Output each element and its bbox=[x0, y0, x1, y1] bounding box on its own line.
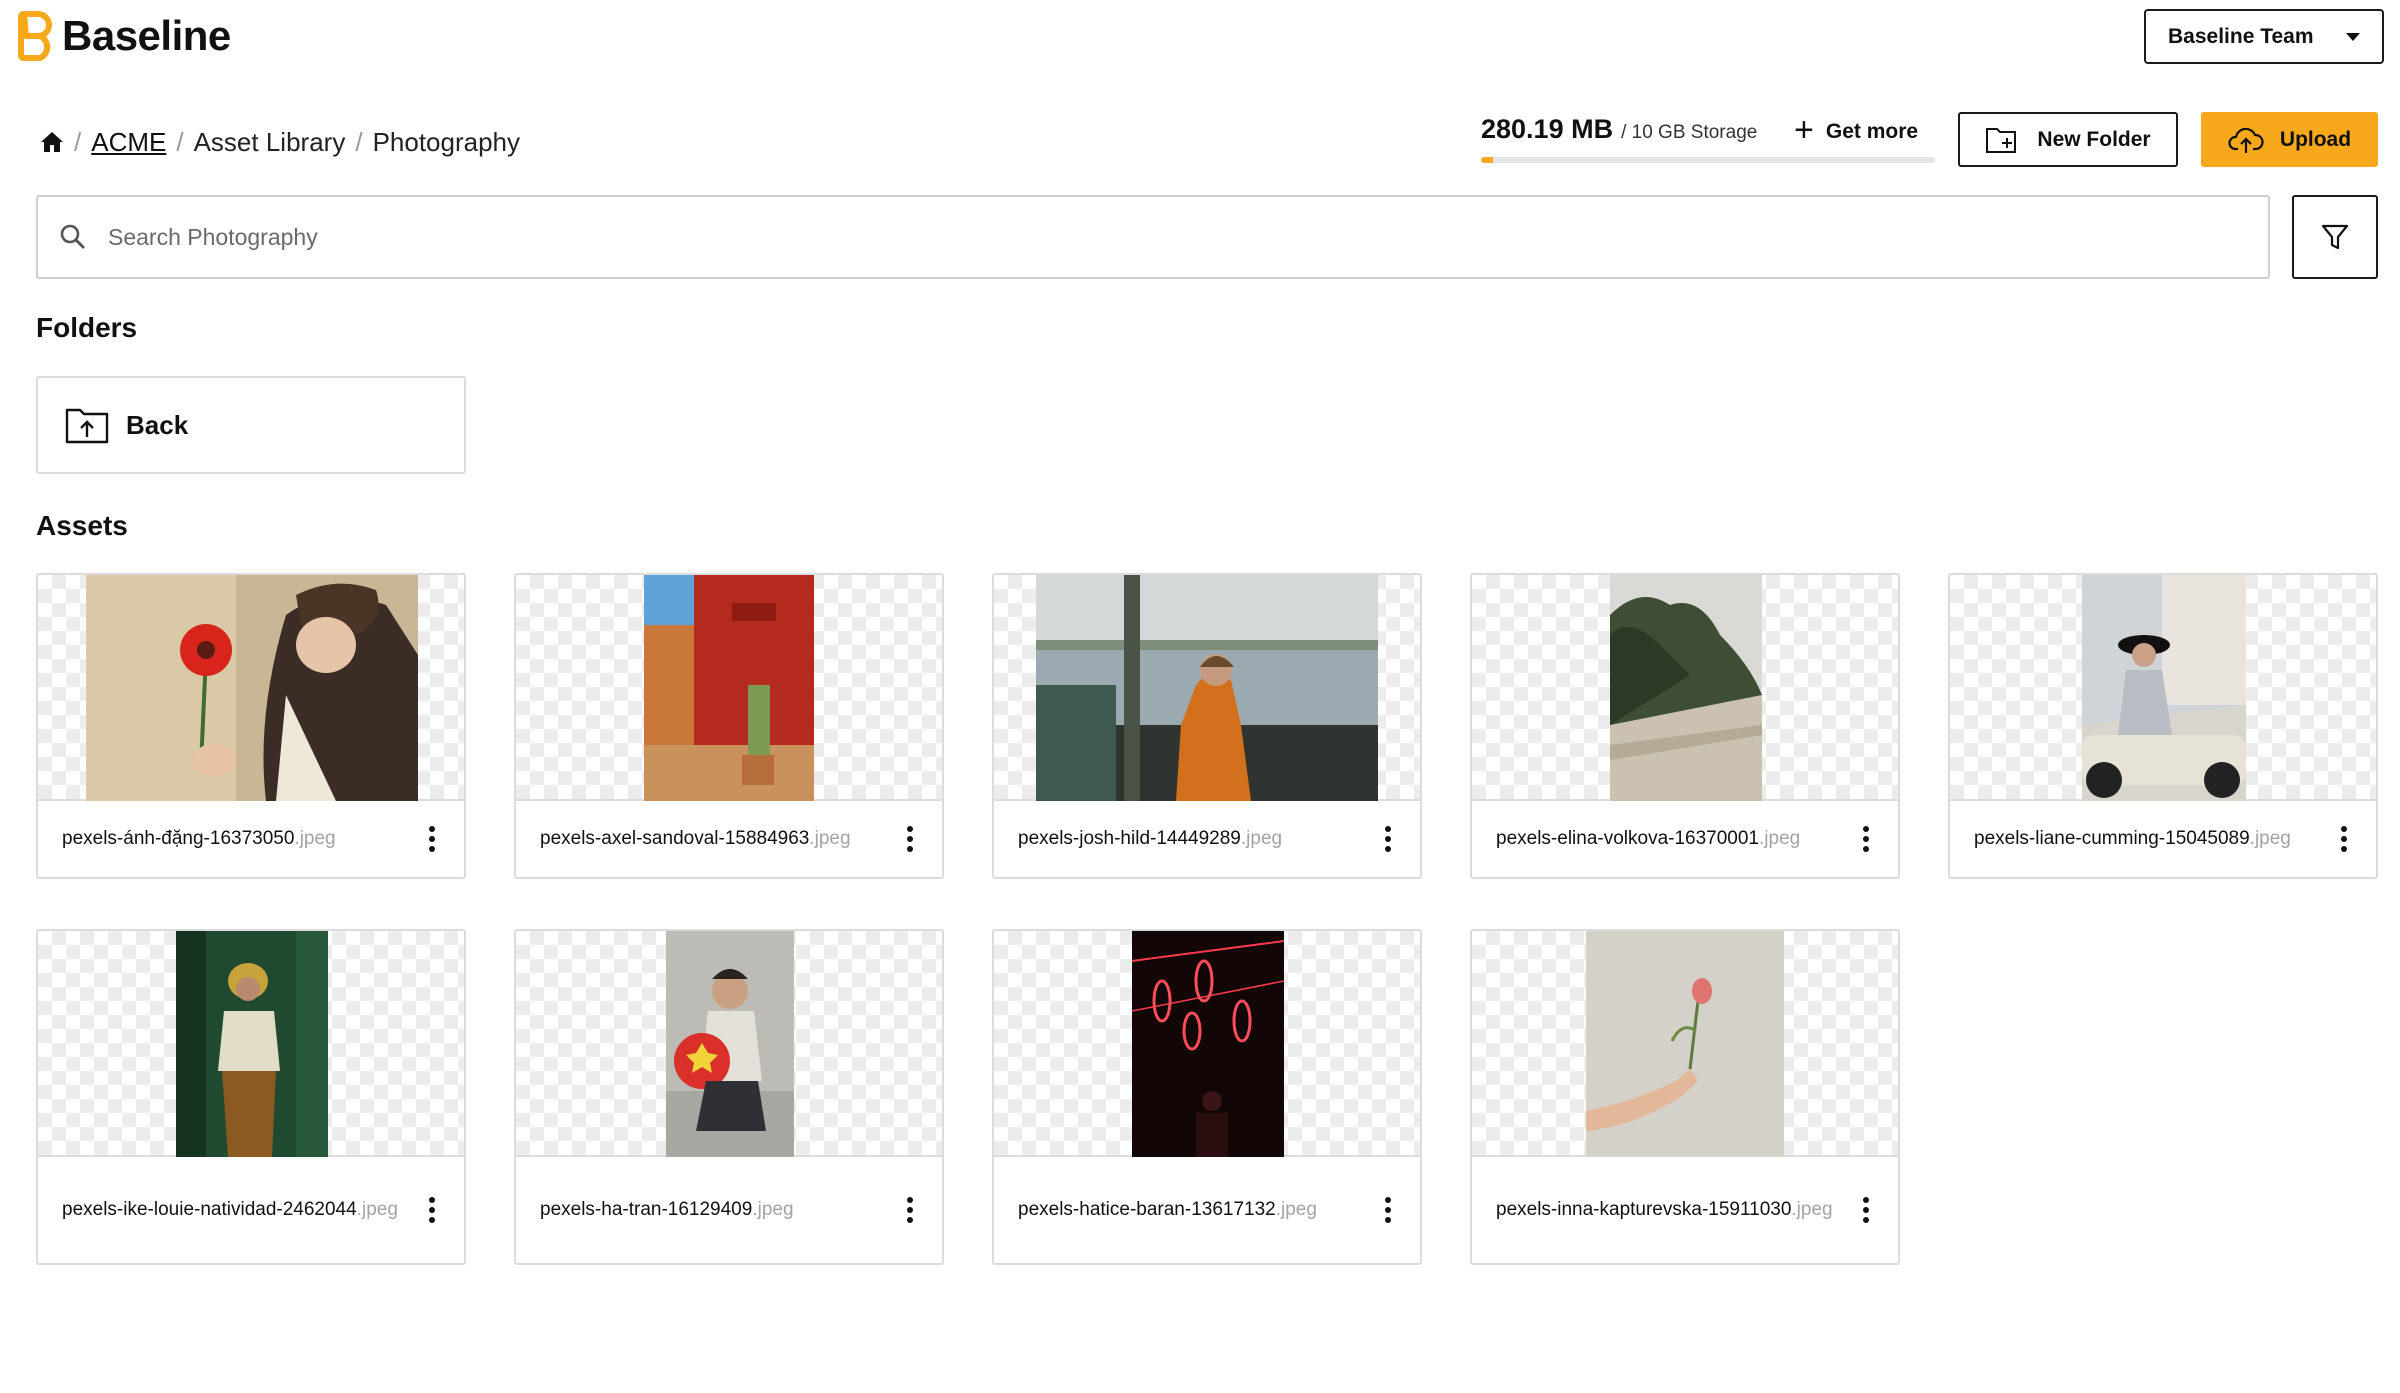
asset-filename: pexels-liane-cumming-15045089.jpeg bbox=[1974, 828, 2291, 849]
get-more-storage-link[interactable]: + Get more bbox=[1794, 113, 1919, 147]
breadcrumb: / ACME / Asset Library / Photography bbox=[40, 122, 520, 162]
more-options-icon[interactable] bbox=[1378, 822, 1398, 856]
asset-card[interactable]: pexels-inna-kapturevska-15911030.jpeg bbox=[1470, 929, 1900, 1265]
team-selector-label: Baseline Team bbox=[2168, 24, 2314, 48]
asset-filename: pexels-axel-sandoval-15884963.jpeg bbox=[540, 828, 851, 849]
photo-train-window-sea-image bbox=[1036, 575, 1378, 801]
storage-progress-fill bbox=[1481, 157, 1494, 163]
storage-progress-bar bbox=[1481, 157, 1935, 163]
upload-button[interactable]: Upload bbox=[2201, 112, 2378, 167]
storage-used: 280.19 MB bbox=[1481, 114, 1614, 144]
breadcrumb-acme[interactable]: ACME bbox=[91, 127, 166, 158]
asset-thumbnail[interactable] bbox=[994, 575, 1420, 801]
photo-boy-with-ball-image bbox=[666, 931, 794, 1157]
asset-thumbnail[interactable] bbox=[994, 931, 1420, 1157]
asset-card[interactable]: pexels-liane-cumming-15045089.jpeg bbox=[1948, 573, 2378, 879]
asset-filename: pexels-inna-kapturevska-15911030.jpeg bbox=[1496, 1199, 1833, 1220]
filter-button[interactable] bbox=[2292, 195, 2378, 279]
asset-card[interactable]: pexels-ha-tran-16129409.jpeg bbox=[514, 929, 944, 1265]
assets-heading: Assets bbox=[36, 510, 128, 541]
asset-card[interactable]: pexels-hatice-baran-13617132.jpeg bbox=[992, 929, 1422, 1265]
asset-card[interactable]: pexels-ike-louie-natividad-2462044.jpeg bbox=[36, 929, 466, 1265]
upload-label: Upload bbox=[2279, 127, 2352, 151]
search-bar bbox=[36, 195, 2270, 279]
team-selector[interactable]: Baseline Team bbox=[2144, 9, 2384, 64]
breadcrumb-separator: / bbox=[176, 126, 184, 157]
new-folder-label: New Folder bbox=[2037, 127, 2151, 151]
asset-filename: pexels-josh-hild-14449289.jpeg bbox=[1018, 828, 1283, 849]
asset-thumbnail[interactable] bbox=[1472, 575, 1898, 801]
folders-heading: Folders bbox=[36, 312, 138, 343]
caret-down-icon bbox=[2346, 32, 2360, 41]
asset-thumbnail[interactable] bbox=[38, 931, 464, 1157]
photo-neon-lights-image bbox=[1132, 931, 1284, 1157]
asset-filename: pexels-ike-louie-natividad-2462044.jpeg bbox=[62, 1199, 398, 1220]
search-icon bbox=[60, 224, 85, 249]
asset-filename: pexels-elina-volkova-16370001.jpeg bbox=[1496, 828, 1801, 849]
storage-total: / 10 GB Storage bbox=[1621, 122, 1758, 143]
asset-filename: pexels-ánh-đặng-16373050.jpeg bbox=[62, 828, 336, 849]
folder-back[interactable]: Back bbox=[36, 376, 466, 474]
more-options-icon[interactable] bbox=[422, 1193, 442, 1227]
photo-red-flower-image bbox=[86, 575, 418, 801]
asset-card[interactable]: pexels-axel-sandoval-15884963.jpeg bbox=[514, 573, 944, 879]
asset-thumbnail[interactable] bbox=[516, 931, 942, 1157]
asset-card[interactable]: pexels-elina-volkova-16370001.jpeg bbox=[1470, 573, 1900, 879]
more-options-icon[interactable] bbox=[900, 1193, 920, 1227]
filter-icon bbox=[2321, 224, 2349, 250]
asset-filename: pexels-ha-tran-16129409.jpeg bbox=[540, 1199, 794, 1220]
more-options-icon[interactable] bbox=[900, 822, 920, 856]
search-input[interactable] bbox=[108, 223, 2108, 251]
breadcrumb-separator: / bbox=[355, 126, 363, 157]
app-logo[interactable]: Baseline bbox=[16, 10, 231, 62]
new-folder-button[interactable]: New Folder bbox=[1958, 112, 2178, 167]
plus-icon: + bbox=[1794, 111, 1814, 149]
photo-hand-holding-tulip-image bbox=[1586, 931, 1784, 1157]
top-bar: Baseline Baseline Team bbox=[0, 0, 2400, 100]
photo-beach-trees-image bbox=[1610, 575, 1762, 801]
more-options-icon[interactable] bbox=[1378, 1193, 1398, 1227]
more-options-icon[interactable] bbox=[1856, 1193, 1876, 1227]
breadcrumb-separator: / bbox=[74, 126, 82, 157]
more-options-icon[interactable] bbox=[1856, 822, 1876, 856]
asset-card[interactable]: pexels-josh-hild-14449289.jpeg bbox=[992, 573, 1422, 879]
breadcrumb-photography: Photography bbox=[372, 126, 521, 157]
asset-filename: pexels-hatice-baran-13617132.jpeg bbox=[1018, 1199, 1317, 1220]
more-options-icon[interactable] bbox=[422, 822, 442, 856]
folder-back-label: Back bbox=[126, 409, 189, 440]
asset-card[interactable]: pexels-ánh-đặng-16373050.jpeg bbox=[36, 573, 466, 879]
photo-red-wall-cactus-image bbox=[644, 575, 814, 801]
baseline-logo-icon bbox=[18, 11, 52, 61]
get-more-label: Get more bbox=[1825, 120, 1919, 143]
breadcrumb-asset-library[interactable]: Asset Library bbox=[194, 127, 346, 158]
app-name: Baseline bbox=[62, 12, 231, 59]
home-icon[interactable] bbox=[40, 131, 64, 153]
asset-thumbnail[interactable] bbox=[1950, 575, 2376, 801]
cloud-upload-icon bbox=[2228, 127, 2264, 153]
photo-woman-vintage-car-image bbox=[2082, 575, 2246, 801]
asset-thumbnail[interactable] bbox=[38, 575, 464, 801]
photo-person-green-wall-image bbox=[176, 931, 328, 1157]
more-options-icon[interactable] bbox=[2334, 822, 2354, 856]
asset-thumbnail[interactable] bbox=[1472, 931, 1898, 1157]
asset-thumbnail[interactable] bbox=[516, 575, 942, 801]
folder-up-icon bbox=[65, 408, 109, 444]
new-folder-icon bbox=[1986, 127, 2017, 153]
